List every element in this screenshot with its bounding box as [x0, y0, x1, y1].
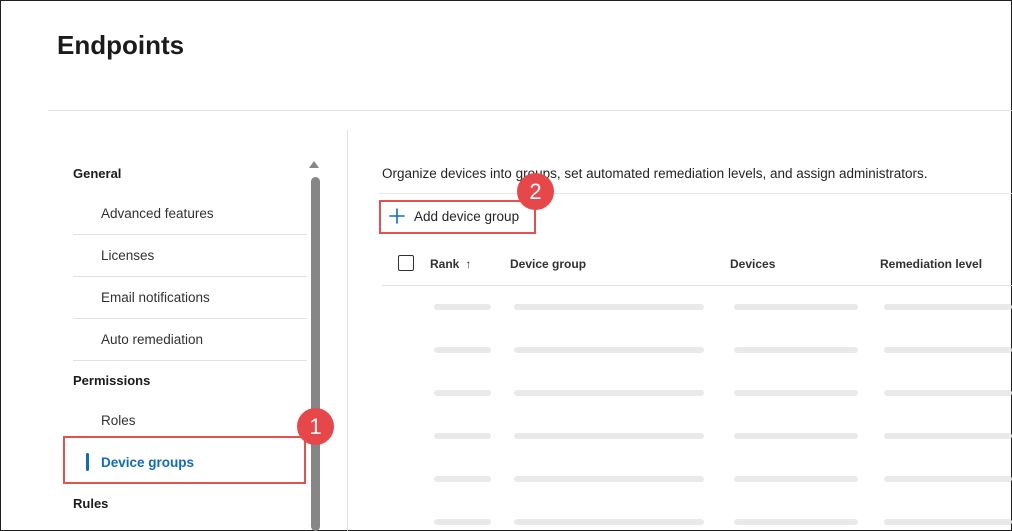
loading-placeholder — [734, 304, 858, 310]
select-all-checkbox[interactable] — [398, 255, 414, 271]
loading-placeholder — [434, 390, 491, 396]
add-device-group-button[interactable]: Add device group — [388, 204, 519, 228]
settings-nav: General Advanced features Licenses Email… — [0, 150, 310, 531]
nav-item-label: Advanced features — [101, 206, 214, 221]
loading-placeholder — [434, 519, 491, 525]
content-divider — [347, 130, 348, 531]
nav-section-permissions: Permissions — [73, 373, 151, 388]
nav-item-advanced-features[interactable]: Advanced features — [73, 193, 307, 235]
scroll-up-arrow-icon[interactable] — [309, 161, 319, 168]
column-header-remediation-level[interactable]: Remediation level — [880, 257, 982, 271]
column-header-device-group[interactable]: Device group — [510, 257, 586, 271]
nav-item-label: Roles — [101, 412, 136, 428]
loading-placeholder — [434, 347, 491, 353]
loading-placeholder — [884, 433, 1012, 439]
nav-item-roles[interactable]: Roles — [73, 399, 307, 441]
column-label: Rank — [430, 257, 460, 271]
plus-icon — [389, 208, 405, 224]
loading-placeholder — [514, 390, 704, 396]
nav-item-label: Device groups — [101, 454, 195, 470]
callout-badge-2: 2 — [517, 173, 554, 210]
header-divider — [48, 110, 1012, 111]
page-description: Organize devices into groups, set automa… — [382, 166, 928, 181]
loading-placeholder — [884, 476, 1012, 482]
loading-placeholder — [514, 519, 704, 525]
description-divider — [378, 193, 1012, 194]
loading-placeholder — [734, 476, 858, 482]
nav-item-label: Auto remediation — [101, 332, 204, 347]
device-groups-table-header: Rank ↑ Device group Devices Remediation l… — [382, 242, 1012, 286]
nav-item-licenses[interactable]: Licenses — [73, 235, 307, 277]
loading-placeholder — [734, 519, 858, 525]
nav-item-label: Email notifications — [101, 290, 210, 305]
add-device-group-label: Add device group — [414, 208, 520, 224]
loading-placeholder — [434, 476, 491, 482]
loading-placeholder — [734, 433, 858, 439]
nav-item-email-notifications[interactable]: Email notifications — [73, 277, 307, 319]
loading-placeholder — [514, 476, 704, 482]
loading-placeholder — [434, 433, 491, 439]
loading-placeholder — [734, 390, 858, 396]
page-title: Endpoints — [57, 30, 185, 60]
nav-item-device-groups[interactable]: Device groups — [73, 441, 307, 483]
nav-item-auto-remediation[interactable]: Auto remediation — [73, 319, 307, 361]
callout-badge-1: 1 — [297, 408, 334, 445]
selection-indicator — [86, 453, 89, 471]
nav-section-general: General — [73, 166, 122, 181]
loading-placeholder — [514, 433, 704, 439]
sort-ascending-icon: ↑ — [465, 257, 472, 271]
nav-scrollbar-thumb[interactable] — [311, 177, 320, 531]
loading-placeholder — [884, 347, 1012, 353]
nav-item-label: Licenses — [101, 248, 155, 263]
column-header-devices[interactable]: Devices — [730, 257, 775, 271]
loading-placeholder — [884, 304, 1012, 310]
loading-placeholder — [734, 347, 858, 353]
loading-placeholder — [434, 304, 491, 310]
column-header-rank[interactable]: Rank ↑ — [430, 257, 471, 271]
loading-placeholder — [884, 390, 1012, 396]
loading-placeholder — [514, 304, 704, 310]
loading-placeholder — [884, 519, 1012, 525]
nav-section-rules: Rules — [73, 496, 109, 511]
loading-placeholder — [514, 347, 704, 353]
